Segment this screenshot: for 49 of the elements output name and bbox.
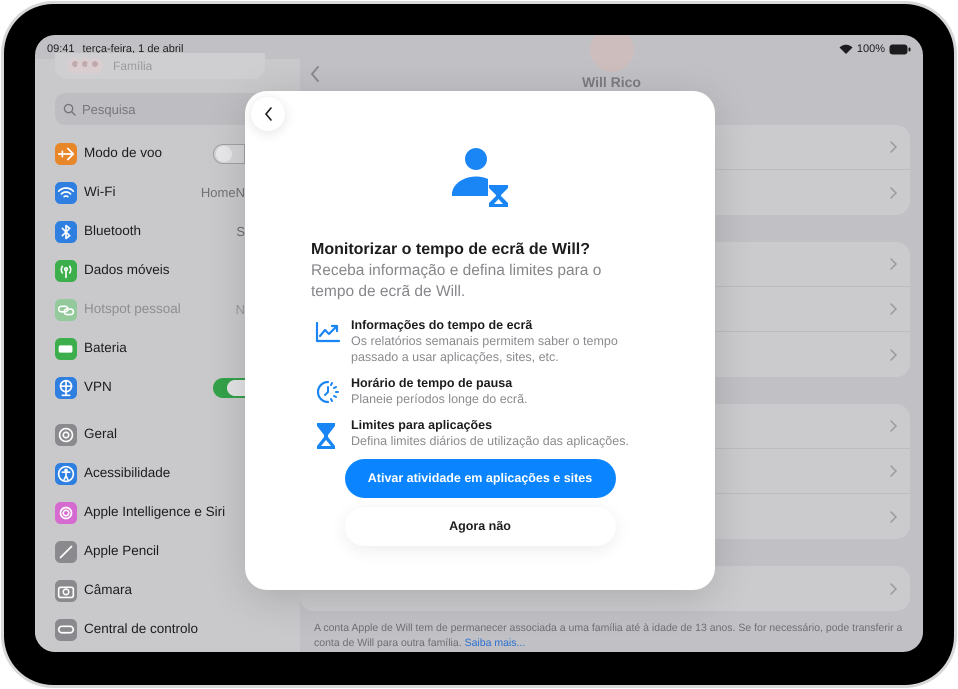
sidebar-item[interactable]: Modo de voo [84,143,162,164]
feature-title: Horário de tempo de pausa [351,375,514,391]
user-hourglass-icon [451,146,509,208]
feature-description: Defina limites diários de utilização das aplicações. [351,433,630,449]
clock-icon [315,379,341,405]
chart-icon [315,321,341,343]
sidebar-item[interactable]: Bateria [84,338,127,359]
feature-description: Planeie períodos longe do ecrã. [351,391,529,407]
chevron-icon [890,420,898,432]
sidebar-item[interactable]: Central de controlo [84,619,198,640]
hourglass-icon [315,421,337,451]
secondary-button[interactable]: Agora não [344,507,616,546]
sidebar-item[interactable]: Câmara [84,580,132,601]
chevron-icon [890,465,898,477]
setting-value: S [236,222,245,241]
back-button[interactable] [251,97,285,131]
sidebar-item[interactable]: Wi-Fi [84,182,116,203]
sidebar-item[interactable]: Apple Intelligence e Siri [84,502,226,523]
back-icon [264,107,272,121]
wifi-icon [838,44,853,54]
chevron-icon [890,141,898,153]
sidebar-item[interactable]: Apple Pencil [84,541,160,562]
feature-title: Informações do tempo de ecrã [351,317,534,333]
dialog-title: Monitorizar o tempo de ecrã de Will? [311,240,591,260]
chevron-icon [890,258,898,270]
profile-name: Will Rico [582,73,641,92]
battery-percent: 100% [856,42,885,57]
setting-value: HomeN [200,184,245,202]
chevron-icon [890,303,898,315]
back-icon[interactable] [310,66,320,82]
chevron-icon [890,510,898,522]
primary-button[interactable]: Ativar atividade em aplicações e sites [344,459,616,498]
sidebar-item[interactable]: Acessibilidade [84,463,170,484]
search-icon [63,103,76,116]
footnote: A conta Apple de Will tem de permanecer associada a uma família até à idade de 13 anos. Se for necessário, pode transferir a conta de Will para outra família. Saiba mais... [313,621,904,651]
avatar-icon [87,58,103,74]
chevron-icon [890,186,898,198]
sidebar-item[interactable]: Dados móveis [84,260,170,281]
toggle-switch[interactable] [213,378,245,398]
toggle-switch[interactable] [213,144,245,164]
sidebar-item[interactable]: Geral [84,424,118,445]
feature-title: Limites para aplicações [351,417,494,433]
sidebar-item[interactable]: VPN [84,377,112,398]
dialog-subtitle: Receba informação e defina limites para o tempo de ecrã de Will. [311,261,602,302]
chevron-icon [890,582,898,594]
battery-icon [889,44,911,54]
feature-description: Os relatórios semanais permitem saber o tempo passado a usar aplicações, sites, etc. [351,333,619,365]
chevron-icon [890,348,898,360]
sidebar-item[interactable]: Bluetooth [84,221,142,242]
